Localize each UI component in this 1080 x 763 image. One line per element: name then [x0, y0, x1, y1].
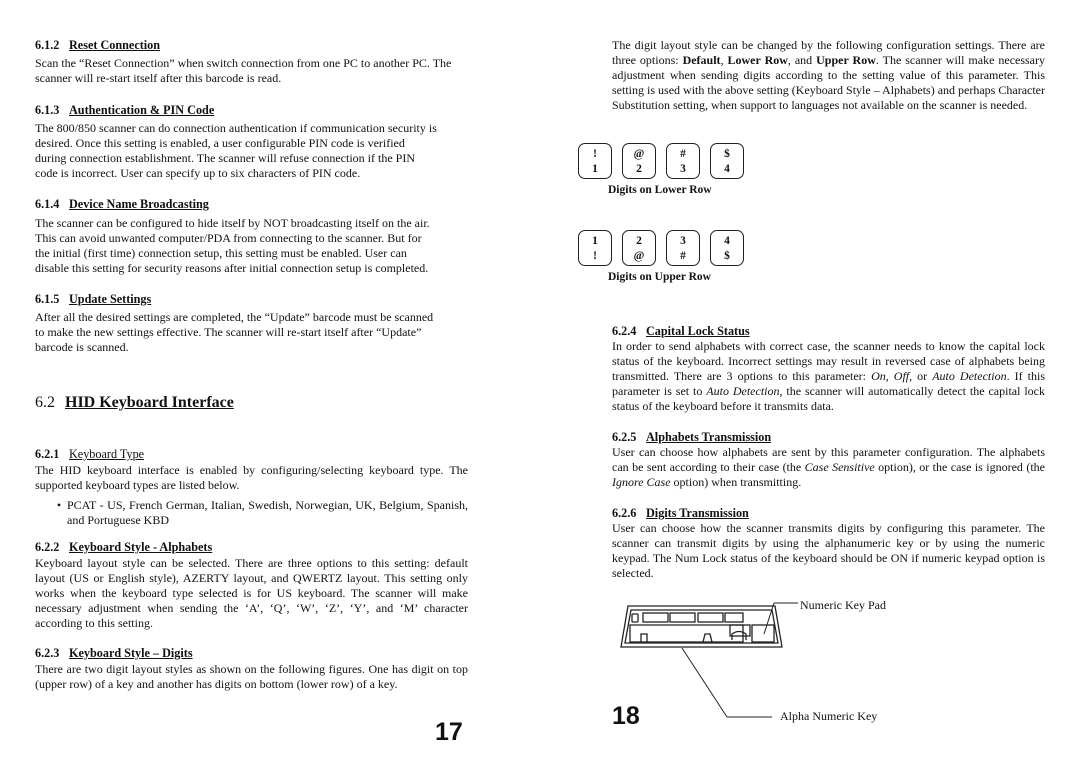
bullet-icon: • — [56, 498, 62, 512]
key-row: ! 1 @2 #3 $4 — [578, 143, 744, 179]
figure-caption: Digits on Upper Row — [608, 271, 711, 283]
figure-digits-upper-row: 1! 2 @ 3 # 4 $ Digits on Upper Row — [578, 230, 744, 283]
section-body-6-1-4: The scanner can be configured to hide it… — [35, 216, 430, 275]
keyboard-icon — [620, 605, 783, 648]
key-2: @2 — [622, 143, 656, 179]
alpha-numeric-key-label: Alpha Numeric Key — [780, 709, 878, 723]
section-body-6-2-6: User can choose how the scanner transmit… — [612, 521, 1045, 580]
digit-layout-intro: The digit layout style can be changed by… — [612, 38, 1046, 112]
section-heading-6-2-3: 6.2.3 Keyboard Style – Digits — [35, 646, 193, 660]
section-heading-6-1-4: 6.1.4 Device Name Broadcasting — [35, 197, 209, 211]
key-1: ! 1 — [578, 143, 612, 179]
keyboard-type-list-item: • PCAT - US, French German, Italian, Swe… — [51, 498, 468, 528]
key-4: 4 $ — [710, 230, 744, 266]
key-3: 3 # — [666, 230, 700, 266]
section-heading-6-2-5: 6.2.5 Alphabets Transmission — [612, 430, 772, 444]
numeric-keypad-label: Numeric Key Pad — [800, 598, 886, 612]
figure-digits-lower-row: ! 1 @2 #3 $4 Digits on Lower Row — [578, 143, 744, 196]
section-body-6-2-2: Keyboard layout style can be selected. T… — [35, 556, 468, 630]
section-body-6-1-3: The 800/850 scanner can do connection au… — [35, 121, 437, 180]
section-heading-6-2-1: 6.2.1 Keyboard Type — [35, 447, 145, 461]
figure-caption: Digits on Lower Row — [608, 184, 712, 196]
section-heading-6-2-4: 6.2.4 Capital Lock Status — [612, 324, 750, 338]
section-body-6-2-1: The HID keyboard interface is enabled by… — [35, 463, 468, 492]
section-body-6-2-4: In order to send alphabets with correct … — [612, 339, 1046, 413]
section-heading-6-1-5: 6.1.5 Update Settings — [35, 292, 152, 306]
section-heading-6-2-2: 6.2.2 Keyboard Style - Alphabets — [35, 540, 213, 554]
section-heading-6-1-3: 6.1.3 Authentication & PIN Code — [35, 103, 215, 117]
section-body-6-1-2: Scan the “Reset Connection” when switch … — [35, 56, 452, 85]
section-body-6-2-3: There are two digit layout styles as sho… — [35, 662, 468, 691]
callout-lines — [681, 602, 798, 718]
key-row: 1! 2 @ 3 # 4 $ — [578, 230, 744, 266]
key-1: 1! — [578, 230, 612, 266]
page-number: 18 — [612, 702, 640, 730]
section-heading-6-2-6: 6.2.6 Digits Transmission — [612, 506, 749, 520]
section-body-6-2-5: User can choose how alphabets are sent b… — [612, 445, 1045, 489]
section-heading-6-1-2: 6.1.2 Reset Connection — [35, 38, 161, 52]
page-number: 17 — [435, 718, 463, 746]
chapter-heading-6-2: 6.2 HID Keyboard Interface — [35, 394, 234, 411]
key-2: 2 @ — [622, 230, 656, 266]
section-body-6-1-5: After all the desired settings are compl… — [35, 310, 434, 354]
key-3: #3 — [666, 143, 700, 179]
key-4: $4 — [710, 143, 744, 179]
